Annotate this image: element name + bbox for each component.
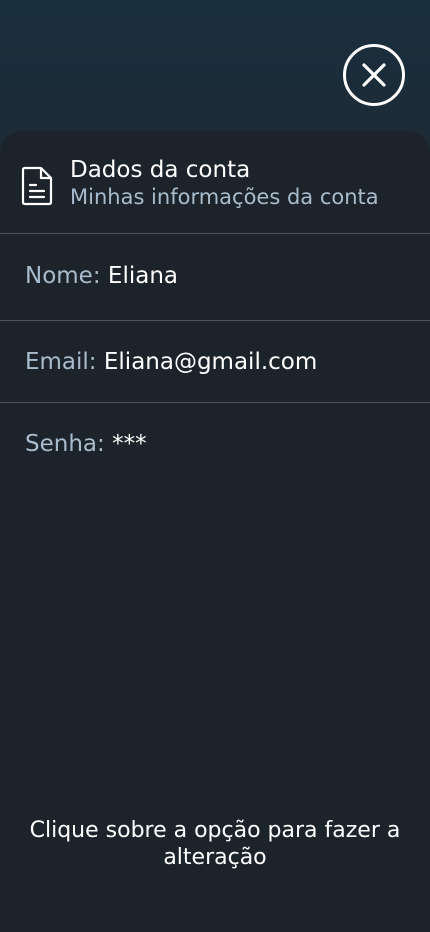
email-field: Email: Eliana@gmail.com [25, 348, 317, 376]
close-button[interactable] [343, 44, 405, 106]
close-icon [362, 63, 386, 87]
hint-text: Clique sobre a opção para fazer a altera… [29, 818, 401, 870]
account-panel: Dados da conta Minhas informações da con… [0, 131, 430, 932]
password-value: *** [112, 431, 147, 457]
page-subtitle: Minhas informações da conta [70, 185, 379, 209]
email-value: Eliana@gmail.com [103, 349, 318, 375]
email-label: Email: [25, 349, 97, 375]
page-title: Dados da conta [70, 157, 251, 183]
email-row[interactable]: Email: Eliana@gmail.com [0, 321, 430, 403]
name-field: Nome: Eliana [25, 262, 178, 290]
name-value: Eliana [107, 263, 178, 289]
password-label: Senha: [25, 431, 105, 457]
panel-header: Dados da conta Minhas informações da con… [0, 131, 430, 234]
name-label: Nome: [25, 263, 101, 289]
password-row[interactable]: Senha: *** [0, 403, 430, 483]
password-field: Senha: *** [25, 430, 147, 458]
document-icon [21, 166, 53, 206]
name-row[interactable]: Nome: Eliana [0, 234, 430, 321]
